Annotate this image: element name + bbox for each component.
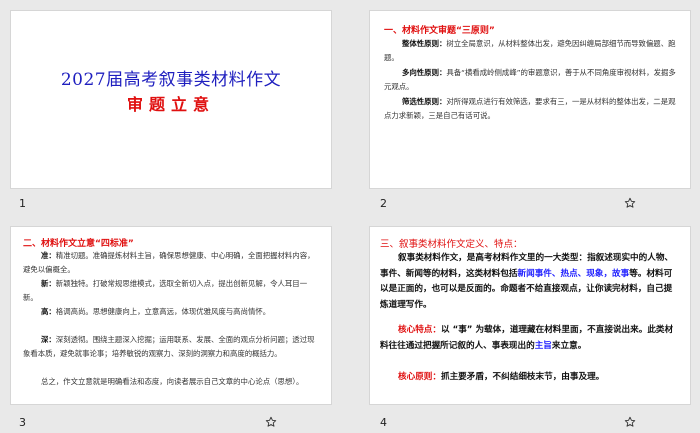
- slide-thumbnail-3[interactable]: 二、材料作文立意“四标准” 准：精准切题。准确提炼材料主旨，确保思想健康、中心明…: [11, 227, 331, 404]
- paragraph-2: 核心特点：以 “事” 为载体，道理藏在材料里面，不直接说出来。此类材料往往通过把…: [380, 325, 674, 351]
- paragraph-2: 多向性原则：具备“横看成岭侧成峰”的审题意识，善于从不同角度审视材料，发掘多元观…: [384, 68, 676, 91]
- slide-number: 3: [19, 416, 26, 429]
- paragraph-3: 高：格调高尚。思想健康向上，立意高远，体现优雅风度与高尚情怀。: [41, 307, 271, 316]
- slide-number: 1: [19, 197, 26, 210]
- slide-title: 2027届高考叙事类材料作文: [60, 70, 282, 90]
- slide-number: 4: [380, 416, 387, 429]
- slide-thumbnail-1[interactable]: 2027届高考叙事类材料作文 审题立意: [11, 11, 331, 188]
- star-outline-icon[interactable]: [265, 416, 277, 428]
- paragraph-3: 核心原则：抓主要矛盾，不纠结细枝末节，由事及理。: [398, 372, 605, 382]
- star-outline-icon[interactable]: [624, 416, 636, 428]
- slide-heading: 二、材料作文立意“四标准”: [23, 239, 134, 249]
- slide-number: 2: [380, 197, 387, 210]
- paragraph-2: 新：新颖独特。打破常规思维模式，选取全新切入点，提出创新见解，令人耳目一新。: [23, 279, 308, 302]
- paragraph-4: 深：深刻透彻。围绕主题深入挖掘；运用联系、发展、全面的观点分析问题；透过现象看本…: [23, 335, 315, 358]
- paragraph-3: 筛选性原则：对所得观点进行有效筛选，要求有三，一是从材料的整体出发，二是观点力求…: [384, 97, 676, 120]
- paragraph-1: 叙事类材料作文，是高考材料作文里的一大类型：指叙述现实中的人物、事件、新闻等的材…: [380, 253, 674, 310]
- paragraph-1: 整体性原则：树立全局意识，从材料整体出发，避免因纠缠局部细节而导致偏题、跑题。: [384, 39, 676, 62]
- paragraph-1: 准：精准切题。准确提炼材料主旨，确保思想健康、中心明确，全面把握材料内容，避免以…: [23, 251, 315, 274]
- slide-heading: 三、叙事类材料作文定义、特点：: [380, 239, 523, 250]
- slide-heading: 一、材料作文审题“三原则”: [384, 26, 495, 36]
- paragraph-5: 总之，作文立意就是明确看法和态度，向读者展示自己文章的中心论点（思想）。: [41, 377, 304, 386]
- slide-thumbnail-2[interactable]: 一、材料作文审题“三原则” 整体性原则：树立全局意识，从材料整体出发，避免因纠缠…: [370, 11, 690, 188]
- star-outline-icon[interactable]: [624, 197, 636, 209]
- slide-subtitle: 审题立意: [126, 95, 215, 114]
- slide-thumbnail-4[interactable]: 三、叙事类材料作文定义、特点： 叙事类材料作文，是高考材料作文里的一大类型：指叙…: [370, 227, 690, 404]
